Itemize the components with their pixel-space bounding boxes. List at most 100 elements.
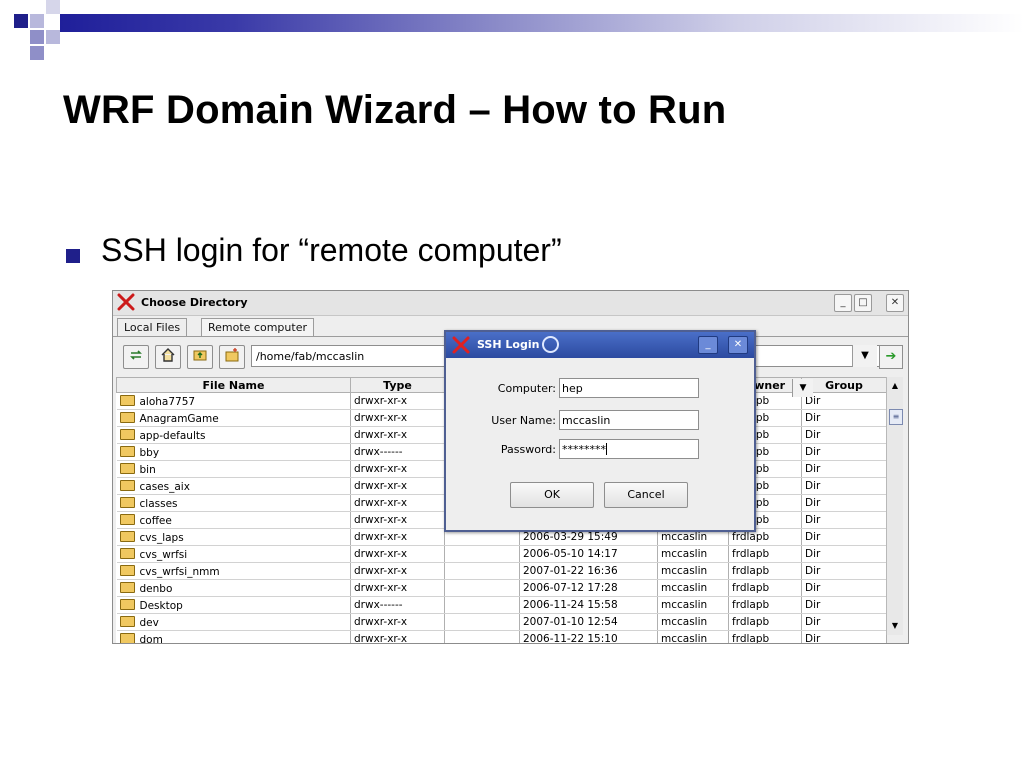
- file-name-text: cvs_wrfsi_nmm: [139, 565, 220, 578]
- file-type-cell: drwxr-xr-x: [350, 630, 445, 643]
- file-user-cell: mccaslin: [657, 630, 729, 643]
- path-dropdown-button[interactable]: ▼: [852, 345, 877, 367]
- folder-icon: [119, 428, 135, 440]
- ok-button[interactable]: OK: [510, 482, 594, 508]
- file-name-cell: denbo: [116, 579, 351, 597]
- table-row[interactable]: cvs_wrfsi drwxr-xr-x 2006-05-10 14:17 mccas…: [116, 545, 887, 563]
- vertical-scrollbar[interactable]: ▲ ≡ ▼: [886, 377, 903, 635]
- file-name-cell: app-defaults: [116, 426, 351, 444]
- maximize-button[interactable]: □: [854, 294, 872, 312]
- file-type-cell: drwx------: [350, 596, 445, 614]
- chevron-down-icon[interactable]: ▼: [792, 379, 813, 397]
- table-row[interactable]: denbo drwxr-xr-x 2006-07-12 17:28 mccaslin f…: [116, 579, 887, 597]
- bullet-text: SSH login for “remote computer”: [101, 232, 562, 268]
- file-name-text: cases_aix: [139, 480, 190, 493]
- folder-icon: [119, 615, 135, 627]
- file-owner-cell: frdlapb: [728, 630, 802, 643]
- table-row[interactable]: dev drwxr-xr-x 2007-01-10 12:54 mccaslin frd…: [116, 613, 887, 631]
- computer-combobox[interactable]: hep ▼: [559, 378, 813, 398]
- username-value: mccaslin: [562, 414, 611, 427]
- file-group-cell: Dir: [801, 545, 887, 563]
- file-name-cell: dom: [116, 630, 351, 643]
- go-arrow-icon: ➔: [885, 349, 897, 364]
- computer-label: Computer:: [497, 382, 556, 395]
- table-row[interactable]: dom drwxr-xr-x 2006-11-22 15:10 mccaslin frd…: [116, 630, 887, 643]
- file-group-cell: Dir: [801, 409, 887, 427]
- tab-remote-computer[interactable]: Remote computer: [201, 318, 314, 336]
- file-type-cell: drwxr-xr-x: [350, 426, 445, 444]
- slide-deco-square-6: [30, 46, 44, 60]
- file-type-cell: drwxr-xr-x: [350, 392, 445, 410]
- file-name-text: aloha7757: [139, 395, 196, 408]
- file-group-cell: Dir: [801, 460, 887, 478]
- file-owner-cell: frdlapb: [728, 545, 802, 563]
- file-owner-cell: frdlapb: [728, 596, 802, 614]
- text-caret: [606, 443, 607, 455]
- file-name-cell: bin: [116, 460, 351, 478]
- file-type-cell: drwxr-xr-x: [350, 579, 445, 597]
- file-owner-cell: frdlapb: [728, 613, 802, 631]
- file-group-cell: Dir: [801, 511, 887, 529]
- column-header-file-name[interactable]: File Name: [116, 377, 351, 393]
- folder-icon: [119, 462, 135, 474]
- slide-header-bar: [60, 14, 1024, 32]
- file-date-cell: 2006-11-24 15:58: [519, 596, 658, 614]
- scroll-down-icon[interactable]: ▼: [887, 619, 903, 633]
- column-header-type[interactable]: Type: [350, 377, 445, 393]
- home-button[interactable]: [155, 345, 181, 369]
- file-group-cell: Dir: [801, 613, 887, 631]
- folder-icon: [119, 513, 135, 525]
- x-logo-icon: [117, 293, 135, 311]
- file-date-cell: 2006-07-12 17:28: [519, 579, 658, 597]
- file-group-cell: Dir: [801, 630, 887, 643]
- minimize-button[interactable]: _: [834, 294, 852, 312]
- scroll-up-icon[interactable]: ▲: [887, 379, 903, 393]
- window-titlebar: Choose Directory _ □ ✕: [113, 291, 908, 316]
- file-size-cell: [444, 630, 520, 643]
- file-name-cell: coffee: [116, 511, 351, 529]
- cancel-button[interactable]: Cancel: [604, 482, 688, 508]
- folder-up-button[interactable]: [187, 345, 213, 369]
- refresh-button[interactable]: [123, 345, 149, 369]
- tab-local-files[interactable]: Local Files: [117, 318, 188, 336]
- file-name-cell: cvs_wrfsi: [116, 545, 351, 563]
- username-field[interactable]: mccaslin: [559, 410, 699, 430]
- column-header-group[interactable]: Group: [801, 377, 887, 393]
- go-button[interactable]: ➔: [879, 345, 903, 369]
- file-name-text: cvs_wrfsi: [139, 548, 188, 561]
- file-type-cell: drwxr-xr-x: [350, 494, 445, 512]
- table-row[interactable]: cvs_wrfsi_nmm drwxr-xr-x 2007-01-22 16:36 m…: [116, 562, 887, 580]
- file-name-text: bby: [139, 446, 160, 459]
- new-folder-button[interactable]: [219, 345, 245, 369]
- dialog-close-button[interactable]: ✕: [728, 336, 748, 354]
- file-owner-cell: frdlapb: [728, 579, 802, 597]
- file-type-cell: drwxr-xr-x: [350, 477, 445, 495]
- chevron-down-icon: ▼: [861, 350, 869, 361]
- swirl-icon: [542, 336, 559, 353]
- file-name-cell: aloha7757: [116, 392, 351, 410]
- file-type-cell: drwxr-xr-x: [350, 511, 445, 529]
- file-name-text: denbo: [139, 582, 173, 595]
- file-group-cell: Dir: [801, 579, 887, 597]
- file-date-cell: 2007-01-22 16:36: [519, 562, 658, 580]
- file-type-cell: drwxr-xr-x: [350, 613, 445, 631]
- password-field[interactable]: ********: [559, 439, 699, 459]
- slide-title: WRF Domain Wizard – How to Run: [63, 88, 727, 132]
- x-logo-icon: [452, 336, 470, 354]
- dialog-title: SSH Login: [477, 338, 540, 351]
- folder-icon: [119, 496, 135, 508]
- file-size-cell: [444, 579, 520, 597]
- table-row[interactable]: Desktop drwx------ 2006-11-24 15:58 mccasli…: [116, 596, 887, 614]
- dialog-minimize-button[interactable]: _: [698, 336, 718, 354]
- folder-icon: [119, 411, 135, 423]
- refresh-icon: [130, 350, 142, 360]
- file-date-cell: 2006-11-22 15:10: [519, 630, 658, 643]
- scroll-thumb[interactable]: ≡: [889, 409, 903, 425]
- folder-icon: [119, 632, 135, 643]
- home-icon: [161, 348, 175, 362]
- close-button[interactable]: ✕: [886, 294, 904, 312]
- file-type-cell: drwxr-xr-x: [350, 528, 445, 546]
- password-label: Password:: [500, 443, 556, 456]
- folder-icon: [119, 598, 135, 610]
- folder-icon: [119, 394, 135, 406]
